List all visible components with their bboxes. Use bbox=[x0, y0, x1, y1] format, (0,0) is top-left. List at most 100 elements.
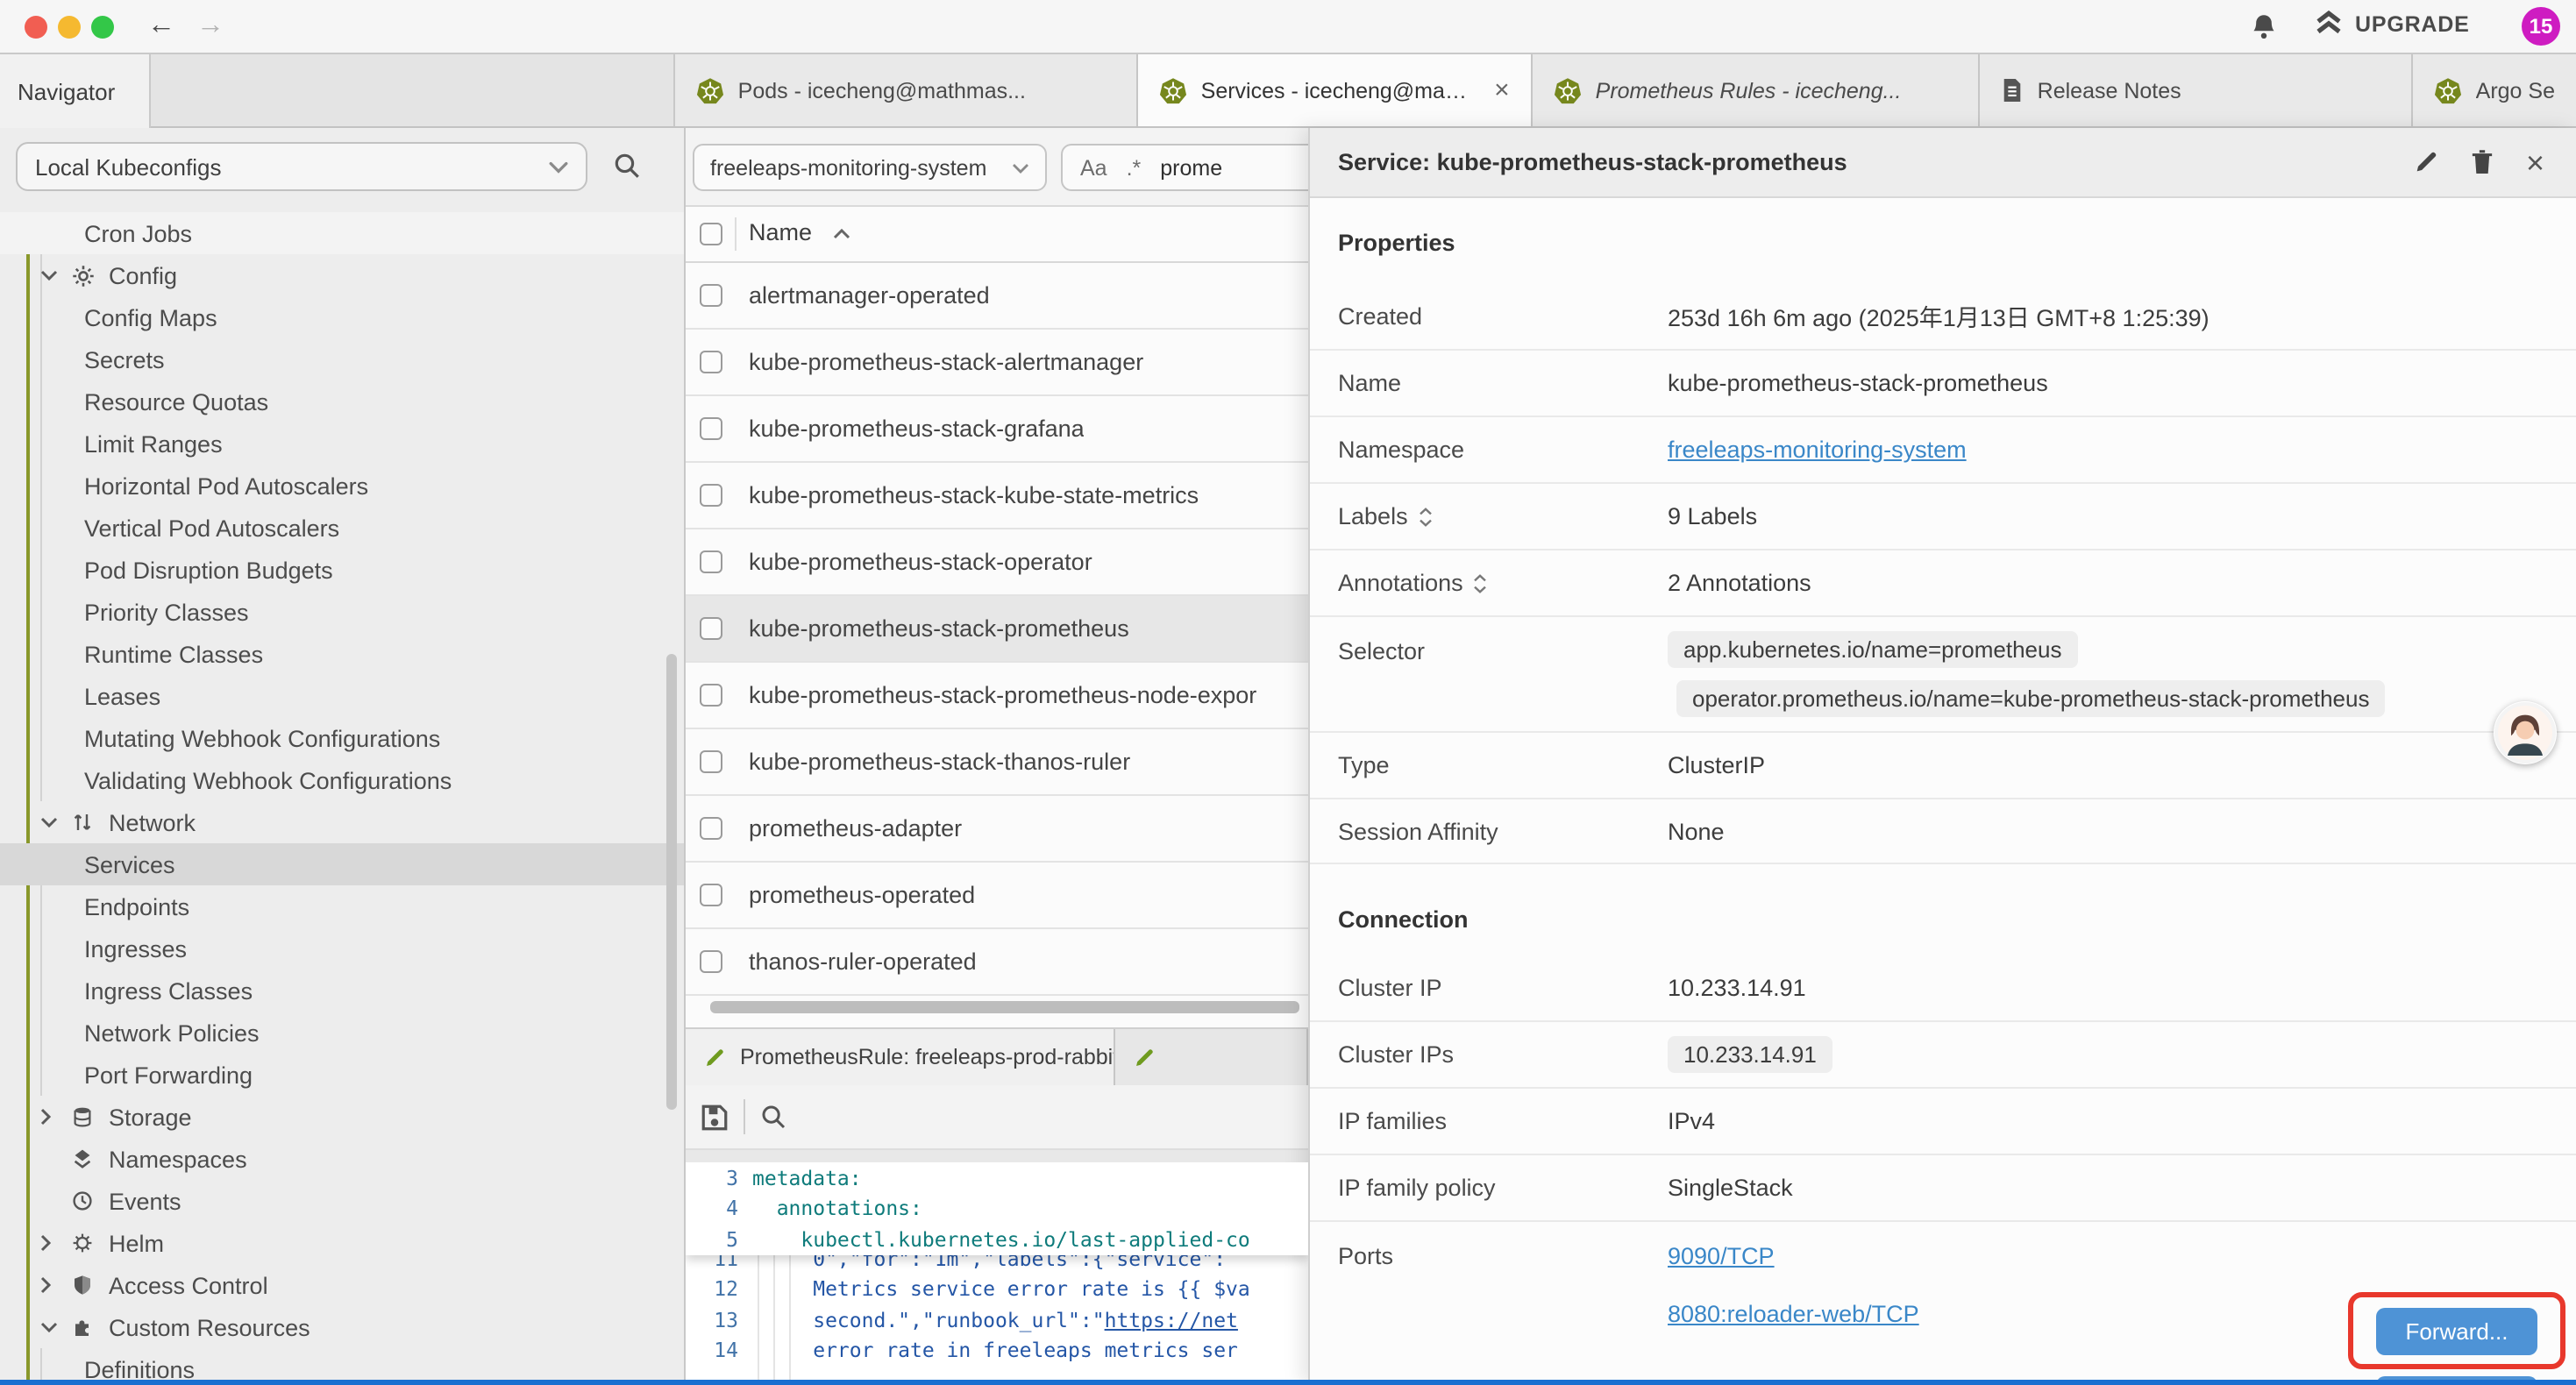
row-value: None bbox=[1668, 818, 1725, 844]
port-link-8080[interactable]: 8080:reloader-web/TCP bbox=[1668, 1301, 1919, 1327]
close-panel-icon[interactable]: × bbox=[2526, 148, 2544, 176]
sidebar-item-horizontal-pod-autoscalers[interactable]: Horizontal Pod Autoscalers bbox=[0, 465, 684, 507]
row-checkbox[interactable] bbox=[700, 284, 722, 307]
row-checkbox[interactable] bbox=[700, 950, 722, 973]
name-column-header[interactable]: Name bbox=[749, 219, 812, 245]
sidebar-item-custom-resources[interactable]: Custom Resources bbox=[0, 1306, 684, 1348]
table-row-selected[interactable]: kube-prometheus-stack-prometheus bbox=[686, 596, 1308, 663]
minimize-traffic-light[interactable] bbox=[58, 16, 81, 39]
table-row[interactable]: prometheus-adapter bbox=[686, 796, 1308, 863]
sidebar-item-helm[interactable]: Helm bbox=[0, 1222, 684, 1264]
back-button[interactable]: ← bbox=[147, 7, 175, 46]
close-traffic-light[interactable] bbox=[25, 16, 47, 39]
row-checkbox[interactable] bbox=[700, 484, 722, 507]
sidebar-item-access-control[interactable]: Access Control bbox=[0, 1264, 684, 1306]
row-checkbox[interactable] bbox=[700, 617, 722, 640]
row-checkbox[interactable] bbox=[700, 884, 722, 906]
sidebar-item-priority-classes[interactable]: Priority Classes bbox=[0, 591, 684, 633]
table-row[interactable]: kube-prometheus-stack-grafana bbox=[686, 396, 1308, 463]
table-row[interactable]: kube-prometheus-stack-thanos-ruler bbox=[686, 729, 1308, 796]
upgrade-button[interactable]: UPGRADE bbox=[2315, 11, 2470, 37]
notification-count-badge[interactable]: 15 bbox=[2522, 7, 2560, 46]
sidebar-scrollbar-thumb[interactable] bbox=[666, 654, 677, 1110]
sidebar-item-mutating-webhook-configurations[interactable]: Mutating Webhook Configurations bbox=[0, 717, 684, 759]
tab-services[interactable]: Services - icecheng@math... × bbox=[1138, 54, 1533, 126]
table-row[interactable]: thanos-ruler-operated bbox=[686, 929, 1308, 996]
sidebar-item-storage[interactable]: Storage bbox=[0, 1096, 684, 1138]
runbook-url-link[interactable]: https://net bbox=[1105, 1308, 1238, 1332]
tab-release-notes[interactable]: Release Notes bbox=[1980, 54, 2413, 126]
sidebar-item-limit-ranges[interactable]: Limit Ranges bbox=[0, 423, 684, 465]
detail-panel-title: Service: kube-prometheus-stack-prometheu… bbox=[1338, 149, 1847, 175]
tab-pods[interactable]: Pods - icecheng@mathmas... bbox=[675, 54, 1138, 126]
shield-icon bbox=[72, 1275, 98, 1296]
expand-collapse-icon[interactable] bbox=[1419, 506, 1433, 527]
editor-tab-prometheusrule[interactable]: PrometheusRule: freeleaps-prod-rabbitmq bbox=[686, 1029, 1115, 1085]
sidebar-item-leases[interactable]: Leases bbox=[0, 675, 684, 717]
notifications-bell-icon[interactable] bbox=[2250, 12, 2278, 42]
maximize-traffic-light[interactable] bbox=[91, 16, 114, 39]
sidebar-item-runtime-classes[interactable]: Runtime Classes bbox=[0, 633, 684, 675]
editor-tab-partial[interactable] bbox=[1115, 1029, 1308, 1085]
table-row[interactable]: kube-prometheus-stack-prometheus-node-ex… bbox=[686, 663, 1308, 729]
editor-search-icon[interactable] bbox=[759, 1103, 787, 1131]
user-avatar[interactable] bbox=[2494, 701, 2557, 764]
table-row[interactable]: kube-prometheus-stack-alertmanager bbox=[686, 330, 1308, 396]
edit-pencil-icon[interactable] bbox=[2414, 149, 2440, 175]
kubeconfig-selector[interactable]: Local Kubeconfigs bbox=[16, 142, 587, 191]
sidebar-item-namespaces[interactable]: Namespaces bbox=[0, 1138, 684, 1180]
row-checkbox[interactable] bbox=[700, 417, 722, 440]
line-number: 3 bbox=[686, 1166, 752, 1190]
sidebar-item-validating-webhook-configurations[interactable]: Validating Webhook Configurations bbox=[0, 759, 684, 801]
window-titlebar: ← → UPGRADE 15 bbox=[0, 0, 2576, 54]
row-checkbox[interactable] bbox=[700, 817, 722, 840]
sidebar-item-network[interactable]: Network bbox=[0, 801, 684, 843]
namespace-link[interactable]: freeleaps-monitoring-system bbox=[1668, 437, 1967, 463]
match-case-toggle[interactable]: Aa bbox=[1080, 155, 1107, 180]
sidebar-search-icon[interactable] bbox=[612, 151, 642, 181]
yaml-editor[interactable]: 11 0","for":"1m","labels":{"service": 12… bbox=[686, 1162, 1308, 1385]
list-search-input[interactable]: Aa .* prome bbox=[1061, 144, 1308, 191]
sidebar-item-config[interactable]: Config bbox=[0, 254, 684, 296]
tab-prometheus-rules[interactable]: Prometheus Rules - icecheng... bbox=[1533, 54, 1980, 126]
sidebar-item-ingress-classes[interactable]: Ingress Classes bbox=[0, 970, 684, 1012]
sidebar-item-resource-quotas[interactable]: Resource Quotas bbox=[0, 380, 684, 423]
sidebar-item-secrets[interactable]: Secrets bbox=[0, 338, 684, 380]
save-icon[interactable] bbox=[700, 1102, 729, 1132]
table-row[interactable]: kube-prometheus-stack-kube-state-metrics bbox=[686, 463, 1308, 529]
table-row[interactable]: prometheus-operated bbox=[686, 863, 1308, 929]
sidebar-item-services[interactable]: Services bbox=[0, 843, 684, 885]
row-checkbox[interactable] bbox=[700, 684, 722, 707]
sidebar-item-pod-disruption-budgets[interactable]: Pod Disruption Budgets bbox=[0, 549, 684, 591]
table-row[interactable]: kube-prometheus-stack-operator bbox=[686, 529, 1308, 596]
sidebar-item-endpoints[interactable]: Endpoints bbox=[0, 885, 684, 927]
tab-navigator[interactable]: Navigator bbox=[0, 54, 151, 128]
row-label: Type bbox=[1310, 752, 1668, 778]
tree-label: Network bbox=[109, 809, 196, 835]
sidebar-item-config-maps[interactable]: Config Maps bbox=[0, 296, 684, 338]
row-checkbox[interactable] bbox=[700, 750, 722, 773]
sidebar-item-events[interactable]: Events bbox=[0, 1180, 684, 1222]
close-tab-icon[interactable]: × bbox=[1484, 75, 1510, 105]
chevron-right-icon bbox=[40, 1276, 61, 1294]
sidebar-item-port-forwarding[interactable]: Port Forwarding bbox=[0, 1054, 684, 1096]
sort-ascending-icon[interactable] bbox=[833, 228, 850, 240]
sidebar-item-ingresses[interactable]: Ingresses bbox=[0, 927, 684, 970]
select-all-checkbox[interactable] bbox=[700, 223, 722, 245]
port-link-9090[interactable]: 9090/TCP bbox=[1668, 1243, 1775, 1269]
sidebar-item-network-policies[interactable]: Network Policies bbox=[0, 1012, 684, 1054]
service-name: prometheus-operated bbox=[749, 882, 975, 908]
expand-collapse-icon[interactable] bbox=[1474, 572, 1488, 593]
row-checkbox[interactable] bbox=[700, 351, 722, 373]
tree-label: Pod Disruption Budgets bbox=[84, 557, 333, 583]
sidebar-item-vertical-pod-autoscalers[interactable]: Vertical Pod Autoscalers bbox=[0, 507, 684, 549]
tab-argo[interactable]: Argo Se bbox=[2413, 54, 2576, 126]
namespace-filter-dropdown[interactable]: freeleaps-monitoring-system bbox=[693, 144, 1047, 191]
regex-toggle[interactable]: .* bbox=[1127, 155, 1142, 180]
table-row[interactable]: alertmanager-operated bbox=[686, 263, 1308, 330]
horizontal-scrollbar-thumb[interactable] bbox=[710, 1001, 1299, 1013]
row-checkbox[interactable] bbox=[700, 550, 722, 573]
forward-button[interactable]: → bbox=[196, 7, 224, 46]
delete-trash-icon[interactable] bbox=[2472, 149, 2494, 175]
sidebar-item-cron-jobs[interactable]: Cron Jobs bbox=[0, 212, 684, 254]
